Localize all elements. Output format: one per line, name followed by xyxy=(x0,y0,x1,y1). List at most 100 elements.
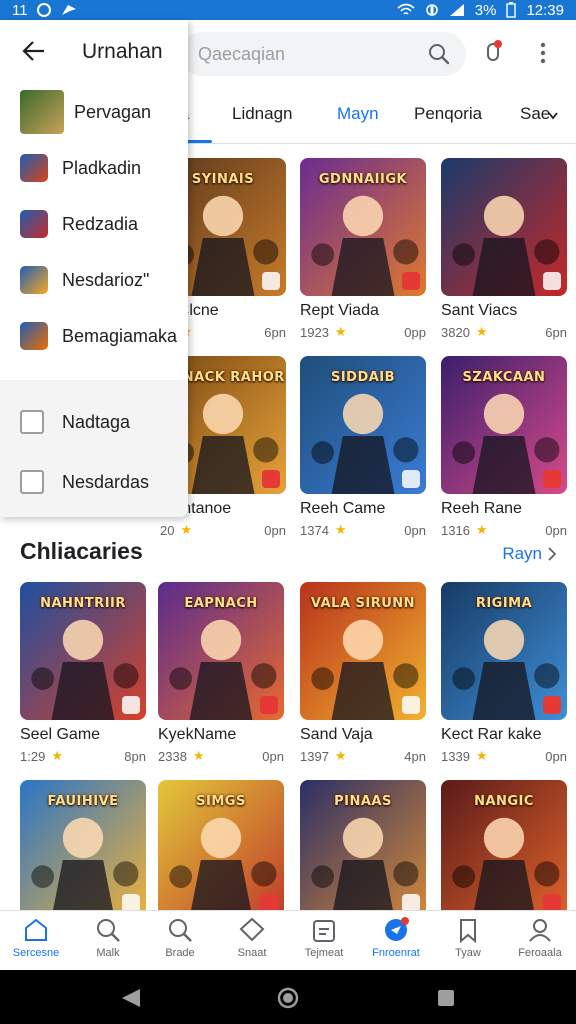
game-meta: 2338 ★ 0pn xyxy=(158,748,284,764)
game-meta: 3820 ★ 6pn xyxy=(441,324,567,340)
game-thumbnail[interactable]: SIMGS xyxy=(158,780,284,918)
checkbox[interactable] xyxy=(20,410,44,434)
status-time: 12:39 xyxy=(526,1,564,19)
drawer-item-label: Redzadia xyxy=(62,213,139,234)
game-art-title: NAHNTRIIR xyxy=(40,596,126,611)
game-rating: 20 xyxy=(160,522,175,538)
bookmark-icon xyxy=(460,919,476,943)
game-card[interactable]: PINAAS xyxy=(300,780,426,918)
game-thumbnail[interactable]: RIGIMA xyxy=(441,582,567,720)
nav-label: Fnroenrat xyxy=(372,947,420,959)
drawer-item-label: Pladkadin xyxy=(62,157,142,178)
game-title: Reeh Came xyxy=(300,500,386,517)
tab-3[interactable]: Mayn xyxy=(337,104,379,124)
game-meta: 20 ★ 0pn xyxy=(160,522,286,538)
game-card[interactable]: RIGIMA Kect Rar kake 1339 ★ 0pn xyxy=(441,582,567,764)
game-card[interactable]: NANGIC xyxy=(441,780,567,918)
game-art-title: SIDDAIB xyxy=(330,370,396,385)
tab-5[interactable]: Sae xyxy=(520,104,550,124)
search-input[interactable]: Qaecaqian xyxy=(180,32,466,76)
game-thumbnail[interactable]: NANGIC xyxy=(441,780,567,918)
drawer-header: Urnahan xyxy=(0,20,188,84)
bottom-navigation: Sercesne Malk Brade Snaat Tejmeat Fnroenrat Ty… xyxy=(0,910,576,970)
game-thumbnail[interactable]: FAUIHIVE xyxy=(20,780,146,918)
search-placeholder: Qaecaqian xyxy=(198,44,286,64)
game-thumbnail[interactable]: GDNNAIIGK xyxy=(300,158,426,296)
checkbox[interactable] xyxy=(20,470,44,494)
game-badge-icon xyxy=(543,696,561,714)
star-icon: ★ xyxy=(51,748,63,763)
drawer-item[interactable]: Pladkadin xyxy=(0,144,188,192)
game-card[interactable]: VALA SIRUNN Sand Vaja 1397 ★ 4pn xyxy=(300,582,426,764)
game-card[interactable]: SIMGS xyxy=(158,780,284,918)
game-meta: 1339 ★ 0pn xyxy=(441,748,567,764)
game-rating: 1316 xyxy=(441,522,470,538)
sword-icon xyxy=(20,266,48,294)
search-alt-icon xyxy=(169,919,192,942)
recents-square-icon[interactable] xyxy=(436,988,456,1008)
tab-2[interactable]: Lidnagn xyxy=(232,104,293,124)
drawer-item[interactable]: Bemagiamaka xyxy=(0,312,188,360)
back-arrow-icon[interactable] xyxy=(22,40,46,62)
drawer-title: Urnahan xyxy=(82,40,163,63)
star-icon: ★ xyxy=(475,748,488,763)
mic-icon[interactable] xyxy=(480,40,506,66)
game-thumbnail[interactable]: VALA SIRUNN xyxy=(300,582,426,720)
game-card[interactable]: GDNNAIIGK Rept Viada 1923 ★ 0pp xyxy=(300,158,426,340)
nav-item[interactable]: Tyaw xyxy=(432,917,504,959)
drawer-item[interactable]: Redzadia xyxy=(0,200,188,248)
nav-item[interactable]: Sercesne xyxy=(0,917,72,959)
game-size: 0pn xyxy=(264,522,286,538)
game-card[interactable]: Sant Viacs 3820 ★ 6pn xyxy=(441,158,567,340)
more-options-icon[interactable] xyxy=(540,42,546,64)
nav-item[interactable]: Fnroenrat xyxy=(360,917,432,959)
game-rating: 1339 xyxy=(441,748,470,764)
drawer-checkbox-item[interactable]: Nadtaga xyxy=(0,398,188,446)
game-meta: 1316 ★ 0pn xyxy=(441,522,567,538)
game-thumbnail[interactable]: NAHNTRIIR xyxy=(20,582,146,720)
nav-item[interactable]: Malk xyxy=(72,917,144,959)
game-card[interactable]: SIDDAIB Reeh Came 1374 ★ 0pn xyxy=(300,356,426,538)
game-badge-icon xyxy=(402,470,420,488)
game-art-title: RIGIMA xyxy=(475,596,533,611)
game-card[interactable]: SZAKCAAN Reeh Rane 1316 ★ 0pn xyxy=(441,356,567,538)
game-card[interactable]: EAPNACH KyekName 2338 ★ 0pn xyxy=(158,582,284,764)
nav-item[interactable]: Snaat xyxy=(216,917,288,959)
game-rating: 1923 xyxy=(300,324,329,340)
nav-item[interactable]: Tejmeat xyxy=(288,917,360,959)
game-thumbnail[interactable]: PINAAS xyxy=(300,780,426,918)
nav-item[interactable]: Brade xyxy=(144,917,216,959)
game-art-title: GDNNAIIGK xyxy=(318,172,408,187)
nav-item[interactable]: Feroaala xyxy=(504,917,576,959)
home-icon xyxy=(25,918,47,941)
game-title: Sant Viacs xyxy=(441,302,518,319)
game-size: 4pn xyxy=(404,748,426,764)
drawer-item[interactable]: Nesdarioz" xyxy=(0,256,188,304)
navigation-drawer: Urnahan Pervagan Pladkadin Redzadia Nesdari… xyxy=(0,20,188,517)
game-thumbnail[interactable]: SZAKCAAN xyxy=(441,356,567,494)
home-circle-icon[interactable] xyxy=(277,987,299,1009)
game-card[interactable]: FAUIHIVE xyxy=(20,780,146,918)
calendar-icon xyxy=(313,920,335,942)
game-avatar-icon xyxy=(20,90,64,134)
drawer-item[interactable]: Pervagan xyxy=(0,88,188,136)
section-more-link[interactable]: Rayn xyxy=(502,544,556,564)
dice-icon xyxy=(20,210,48,238)
game-size: 0pn xyxy=(404,522,426,538)
star-icon: ★ xyxy=(475,522,488,537)
game-thumbnail[interactable]: SIDDAIB xyxy=(300,356,426,494)
game-card[interactable]: NAHNTRIIR Seel Game 1:29 ★ 8pn xyxy=(20,582,146,764)
back-triangle-icon[interactable] xyxy=(120,987,142,1009)
game-meta: 1:29 ★ 8pn xyxy=(20,748,146,764)
search-icon[interactable] xyxy=(428,43,450,65)
game-title: Kect Rar kake xyxy=(441,726,542,743)
chevron-down-icon[interactable] xyxy=(548,112,558,120)
tab-4[interactable]: Penqoria xyxy=(414,104,482,124)
game-title: Rept Viada xyxy=(300,302,379,319)
game-art-title: NANGIC xyxy=(474,794,534,809)
game-thumbnail[interactable] xyxy=(441,158,567,296)
drawer-checkbox-item[interactable]: Nesdardas xyxy=(0,458,188,506)
game-thumbnail[interactable]: EAPNACH xyxy=(158,582,284,720)
profile-icon xyxy=(529,919,551,942)
bird-icon xyxy=(61,5,76,15)
